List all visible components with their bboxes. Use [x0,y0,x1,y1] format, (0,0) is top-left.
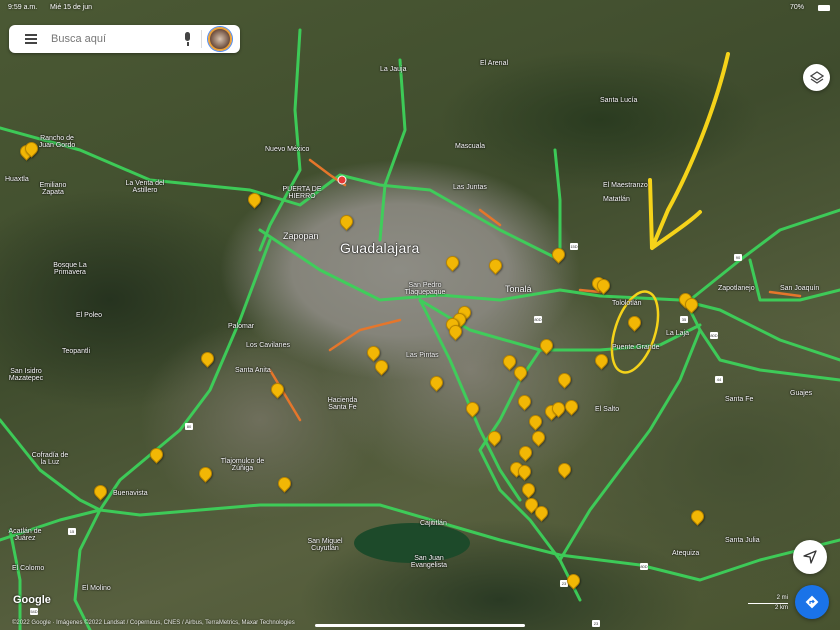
highway-shield: 35 [680,316,688,323]
avatar[interactable] [208,27,232,51]
place-label-rancho-juan-gordo: Rancho de Juan Gordo [38,135,76,149]
place-label-los-cavilanes: Los Cavilanes [246,342,290,349]
satellite-map[interactable]: Guadalajara Zapopan Tonalá San Pedro Tla… [0,0,840,630]
place-label-san-miguel-cuyutlan: San Miguel Cuyutlán [307,538,343,552]
place-label-guajes: Guajes [790,390,813,397]
place-label-emiliano-zapata: Emiliano Zapata [39,182,67,196]
place-label-tololotlan: Tololotlán [612,300,642,307]
layers-button[interactable] [803,64,830,91]
home-indicator[interactable] [315,624,525,627]
place-label-san-juan-evangelista: San Juan Evangelista [410,555,448,569]
map-overlays [0,28,840,630]
place-label-bosque-la-primavera: Bosque La Primavera [53,262,87,276]
place-label-acatlan: Acatlán de Juárez [8,528,42,542]
highway-shield: 90 [734,254,742,261]
place-label-teopantli: Teopantli [62,348,91,355]
place-label-el-maestranzo: El Maestranzo [603,182,648,189]
highway-shield: 44 [715,376,723,383]
city-label-guadalajara: Guadalajara [340,240,420,256]
place-label-hacienda-santa-fe: Hacienda Santa Fe [327,397,358,411]
microphone-icon[interactable] [181,31,195,47]
place-label-san-joaquin: San Joaquín [780,285,820,292]
status-date: Mié 15 de jun [50,4,93,11]
city-label-zapopan: Zapopan [283,231,319,241]
place-label-el-salto: El Salto [595,406,620,413]
place-label-cajititlan: Cajititlán [420,520,447,527]
city-label-tonala: Tonalá [505,284,532,294]
menu-icon[interactable] [25,34,37,44]
place-label-las-juntas: Las Juntas [453,184,487,191]
annotation-arrow [648,52,730,250]
battery-icon [818,5,830,11]
place-label-atequiza: Atequiza [672,550,700,557]
layers-icon [809,70,824,84]
place-label-mascuala: Mascuala [455,143,485,150]
place-label-la-jauja: La Jauja [380,66,407,73]
place-label-santa-lucia: Santa Lucía [600,97,638,104]
search-bar[interactable]: Busca aquí [9,25,240,53]
place-label-el-colomo: El Colomo [12,565,45,572]
highway-shield: 54D [30,608,38,615]
place-label-matatlan: Matatlán [603,196,630,203]
scale-km: 2 km [774,605,788,611]
place-label-san-isidro: San Isidro Mazatepec [8,368,44,382]
place-label-puerta-de-hierro: PUERTA DE HIERRO [282,186,322,200]
place-label-santa-anita: Santa Anita [235,367,271,374]
highway-shield: 23 [592,620,600,627]
directions-icon [805,595,819,609]
highway-shield: 80D [534,316,542,323]
my-location-button[interactable] [793,540,827,574]
map-attribution[interactable]: ©2022 Google · Imágenes ©2022 Landsat / … [12,620,295,626]
highway-shield: 80D [640,563,648,570]
place-label-la-laja: La Laja [666,330,689,337]
place-label-puente-grande: Puente Grande [612,344,660,351]
place-label-el-molino: El Molino [82,585,111,592]
scale-miles: 2 mi [776,595,788,601]
place-label-el-arenal: El Arenal [480,60,509,67]
status-time: 9:59 a.m. [8,4,38,11]
city-label-tlaquepaque: San Pedro Tlaquepaque [404,282,446,296]
place-label-cofradia: Cofradía de la Luz [31,452,69,466]
google-logo: Google [13,594,51,606]
highway-shield: 80 [185,423,193,430]
search-input[interactable]: Busca aquí [51,33,181,45]
place-label-tlajomulco: Tlajomulco de Zúñiga [220,458,265,472]
status-battery: 70% [790,4,805,11]
place-label-santa-julia: Santa Julia [725,537,760,544]
place-label-huaxtla: Huaxtla [5,176,29,183]
place-label-venta-del-astillero: La Venta del Astillero [125,180,165,194]
place-label-santa-fe: Santa Fe [725,396,754,403]
place-label-nuevo-mexico: Nuevo México [265,146,310,153]
place-label-zapotlanejo: Zapotlanejo [718,285,755,292]
place-label-las-pintas: Las Pintas [406,352,439,359]
navigation-arrow-icon [803,550,817,564]
map-scale: 2 mi 2 km [748,595,790,612]
directions-button[interactable] [795,585,829,619]
highway-shield: 80D [710,332,718,339]
highway-shield: 15D [570,243,578,250]
divider [201,30,202,48]
road-closure-icon [337,175,347,185]
highway-shield: 15 [68,528,76,535]
place-label-palomar: Palomar [228,323,255,330]
place-label-el-poleo: El Poleo [76,312,103,319]
place-label-buenavista: Buenavista [113,490,148,497]
